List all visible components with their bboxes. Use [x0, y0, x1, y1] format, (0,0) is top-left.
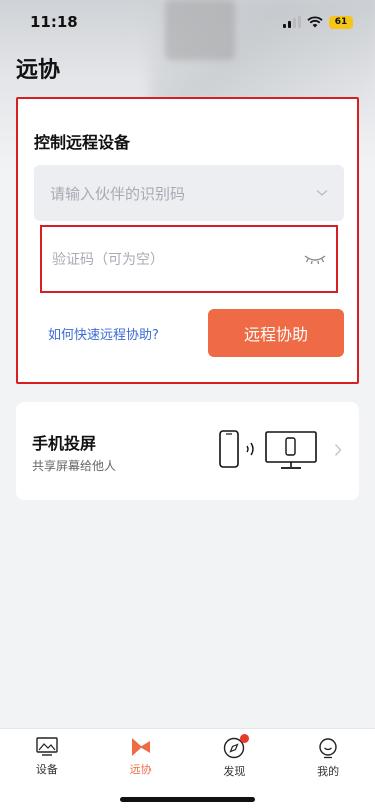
device-icon — [36, 737, 58, 756]
tab-profile-label: 我的 — [317, 765, 340, 778]
tab-devices-label: 设备 — [35, 763, 58, 776]
tab-discover-label: 发现 — [223, 765, 246, 778]
remote-control-title: 控制远程设备 — [34, 133, 131, 152]
page-title: 远协 — [16, 58, 61, 83]
status-icons: 61 — [283, 15, 353, 29]
remote-assist-button[interactable]: 远程协助 — [208, 309, 344, 357]
screen: 11:18 61 远协 控制远程设备 请输入伙伴的识别码 验证码（可为空） 如何… — [0, 0, 375, 812]
remote-control-card: 控制远程设备 请输入伙伴的识别码 验证码（可为空） 如何快速远程协助? 远程协助 — [16, 97, 359, 384]
profile-icon — [319, 738, 337, 759]
cellular-signal-icon — [283, 16, 301, 28]
chevron-right-icon[interactable] — [334, 443, 342, 457]
status-bar: 11:18 61 — [0, 0, 375, 44]
home-indicator — [120, 797, 255, 802]
battery-indicator: 61 — [329, 15, 353, 29]
tab-profile[interactable]: 我的 — [281, 737, 375, 812]
phone-to-monitor-icon — [219, 430, 317, 469]
remote-assist-icon — [131, 738, 150, 756]
screen-mirror-card[interactable]: 手机投屏 共享屏幕给他人 — [16, 402, 359, 500]
notification-badge — [240, 734, 250, 743]
tab-devices[interactable]: 设备 — [0, 737, 94, 812]
verification-code-placeholder: 验证码（可为空） — [52, 252, 164, 268]
chevron-down-icon[interactable] — [316, 189, 328, 197]
tab-remote-assist-label: 远协 — [129, 763, 152, 776]
wifi-icon — [307, 16, 323, 28]
verification-code-input[interactable]: 验证码（可为空） — [40, 225, 338, 293]
screen-mirror-subtitle: 共享屏幕给他人 — [32, 459, 117, 473]
partner-id-placeholder: 请输入伙伴的识别码 — [50, 184, 186, 203]
partner-id-input[interactable]: 请输入伙伴的识别码 — [34, 165, 344, 221]
eye-closed-icon[interactable] — [304, 253, 326, 265]
status-time: 11:18 — [30, 13, 78, 31]
screen-mirror-title: 手机投屏 — [32, 434, 97, 453]
remote-assist-help-link[interactable]: 如何快速远程协助? — [48, 324, 159, 343]
